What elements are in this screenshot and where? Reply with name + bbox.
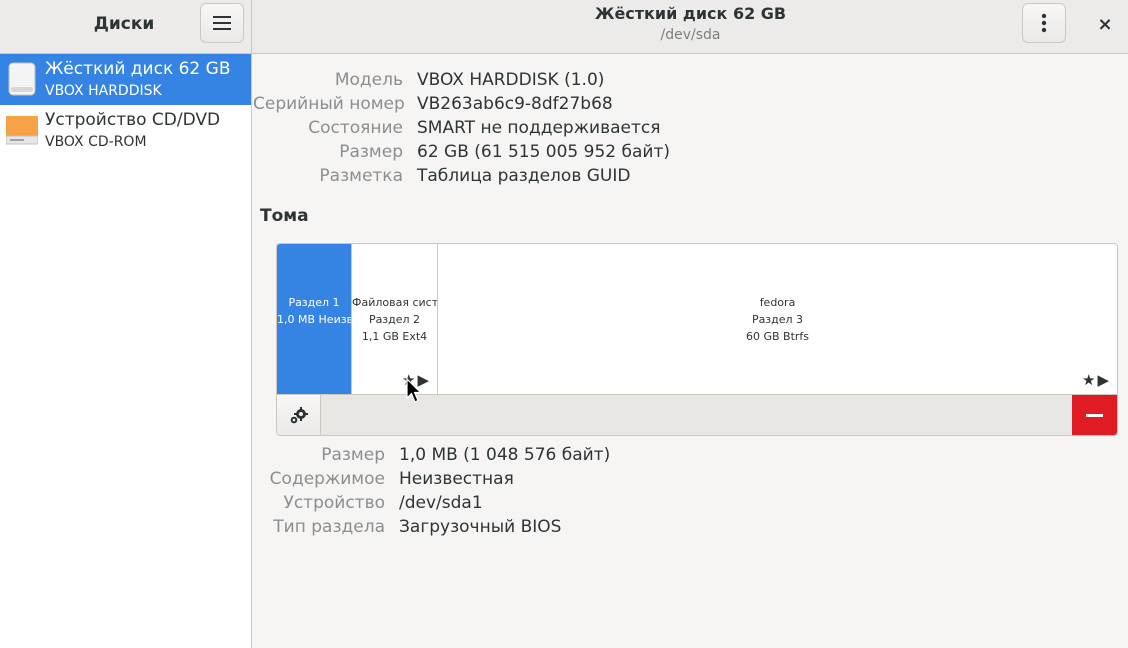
sidebar-header: Диски [0, 0, 252, 53]
device-name: Жёсткий диск 62 GB [45, 59, 231, 79]
disk-info-grid: Модель VBOX HARDDISK (1.0) Серийный номе… [253, 70, 670, 186]
header-bar: Диски Жёсткий диск 62 GB /dev/sda × [0, 0, 1128, 54]
serial-value[interactable]: VB263ab6c9-8df27b68 [417, 94, 670, 114]
partition-3-size: 60 GB Btrfs [745, 330, 810, 343]
volume-map: Раздел 1 1,0 MB Неизвестная Файловая сис… [276, 243, 1118, 436]
partition-type-value[interactable]: Загрузочный BIOS [399, 517, 610, 537]
close-button[interactable]: × [1088, 7, 1122, 41]
partition-1-size: 1,0 MB Неизвестная [277, 313, 351, 326]
content-label: Содержимое [269, 469, 385, 489]
model-label: Модель [334, 70, 403, 90]
gears-icon [290, 406, 308, 423]
device-sidebar: Жёсткий диск 62 GB VBOX HARDDISK Устройс… [0, 54, 252, 648]
size-value[interactable]: 62 GB (61 515 005 952 байт) [417, 142, 670, 162]
main-menu-button[interactable] [200, 3, 244, 43]
device-item-cd-dvd[interactable]: Устройство CD/DVD VBOX CD-ROM [0, 105, 251, 156]
close-icon: × [1097, 13, 1113, 35]
device-value[interactable]: /dev/sda1 [399, 493, 610, 513]
volumes-heading: Тома [260, 206, 309, 226]
window-title: Жёсткий диск 62 GB [594, 4, 787, 23]
partition-3[interactable]: fedora Раздел 3 60 GB Btrfs ★▶ [438, 244, 1117, 394]
state-label: Состояние [308, 118, 403, 138]
partition-2-size: 1,1 GB Ext4 [361, 330, 428, 343]
optical-drive-icon [6, 116, 38, 145]
partitioning-value[interactable]: Таблица разделов GUID [417, 166, 670, 186]
partition-1[interactable]: Раздел 1 1,0 MB Неизвестная [277, 244, 352, 394]
partition-3-name: Раздел 3 [751, 313, 804, 326]
partitioning-label: Разметка [319, 166, 403, 186]
delete-partition-button[interactable] [1072, 395, 1117, 435]
disk-details: Модель VBOX HARDDISK (1.0) Серийный номе… [253, 54, 1128, 648]
state-value[interactable]: SMART не поддерживается [417, 118, 670, 138]
vertical-dots-icon [1041, 13, 1047, 33]
window-subtitle: /dev/sda [660, 27, 721, 43]
size-label: Размер [339, 142, 403, 162]
volume-bar: Раздел 1 1,0 MB Неизвестная Файловая сис… [277, 244, 1117, 394]
disk-menu-button[interactable] [1022, 3, 1066, 43]
volume-info-grid: Размер 1,0 MB (1 048 576 байт) Содержимо… [253, 445, 611, 537]
device-label: Устройство [283, 493, 385, 513]
partition-2[interactable]: Файловая система Раздел 2 1,1 GB Ext4 ★▶ [352, 244, 438, 394]
device-model: VBOX HARDDISK [45, 83, 162, 99]
volume-size-label: Размер [321, 445, 385, 465]
device-name: Устройство CD/DVD [45, 110, 221, 130]
serial-label: Серийный номер [253, 94, 405, 114]
partition-type-label: Тип раздела [273, 517, 385, 537]
hard-disk-icon [8, 62, 36, 96]
content-value[interactable]: Неизвестная [399, 469, 610, 489]
volume-toolbar [277, 394, 1117, 435]
partition-2-name: Раздел 2 [368, 313, 421, 326]
device-item-hard-disk[interactable]: Жёсткий диск 62 GB VBOX HARDDISK [0, 54, 251, 105]
device-model: VBOX CD-ROM [45, 134, 147, 150]
model-value[interactable]: VBOX HARDDISK (1.0) [417, 70, 670, 90]
partition-3-label: fedora [759, 296, 796, 309]
minus-icon [1086, 414, 1103, 417]
partition-settings-button[interactable] [277, 395, 321, 435]
volume-size-value[interactable]: 1,0 MB (1 048 576 байт) [399, 445, 610, 465]
hamburger-menu-icon [213, 16, 231, 30]
partition-2-filesystem: Файловая система [352, 296, 437, 309]
mouse-pointer-icon [406, 378, 422, 403]
partition-3-flags-icon: ★▶ [1082, 371, 1111, 389]
partition-1-name: Раздел 1 [288, 296, 340, 309]
